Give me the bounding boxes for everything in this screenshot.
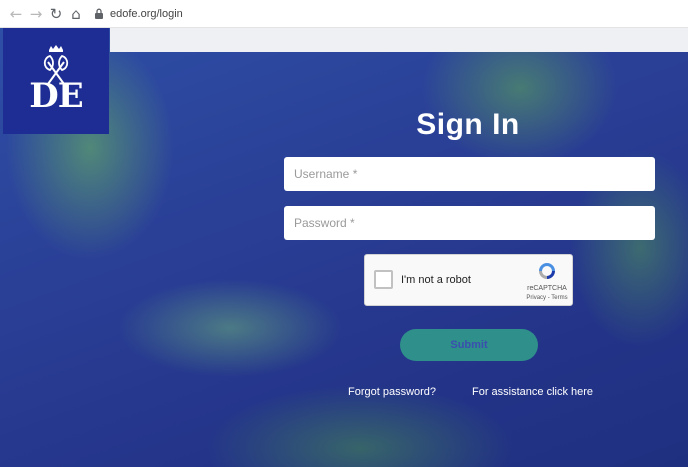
page-title: Sign In — [416, 108, 520, 141]
lock-icon — [95, 8, 103, 19]
url-text: edofe.org/login — [110, 7, 183, 20]
arrow-left-icon[interactable]: ← — [6, 4, 26, 24]
home-icon[interactable]: ⌂ — [66, 4, 86, 24]
arrow-right-icon[interactable]: → — [26, 4, 46, 24]
recaptcha-links[interactable]: Privacy - Terms — [519, 295, 575, 301]
password-input[interactable] — [284, 206, 655, 240]
recaptcha-widget: I'm not a robot reCAPTCHA Privacy - Term… — [364, 254, 573, 306]
browser-toolbar: ← → ↻ ⌂ edofe.org/login — [0, 0, 688, 28]
address-bar[interactable]: edofe.org/login — [94, 4, 183, 24]
assistance-link[interactable]: For assistance click here — [472, 386, 593, 398]
logo-text: DE — [29, 76, 83, 116]
reload-icon[interactable]: ↻ — [46, 4, 66, 24]
recaptcha-icon — [539, 263, 555, 279]
recaptcha-checkbox[interactable] — [374, 270, 393, 289]
recaptcha-brand: reCAPTCHA — [527, 285, 567, 292]
recaptcha-label: I'm not a robot — [401, 274, 471, 286]
dofe-logo[interactable]: DE — [3, 28, 109, 134]
login-page: DE Sign In I'm not a robot reCAPTCHA Pri… — [0, 28, 688, 467]
submit-button[interactable]: Submit — [400, 329, 538, 361]
top-strip — [110, 28, 688, 52]
username-input[interactable] — [284, 157, 655, 191]
forgot-password-link[interactable]: Forgot password? — [348, 386, 436, 398]
